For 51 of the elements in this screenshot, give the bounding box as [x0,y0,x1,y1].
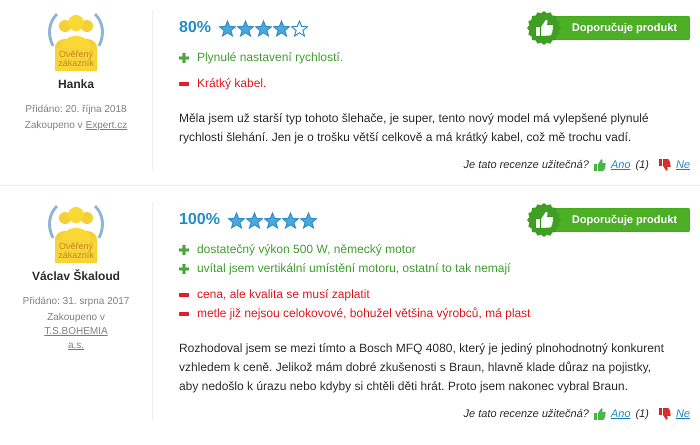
verified-customer-icon [47,204,105,240]
no-link[interactable]: Ne [676,408,690,420]
store-link[interactable]: Expert.cz [86,119,128,133]
thumbs-up-icon [594,408,606,420]
yes-count: (1) [635,159,649,171]
yes-count: (1) [635,408,649,420]
rating-percent: 100% [179,211,220,229]
star-icon [237,20,254,36]
con-text: cena, ale kvalita se musí zaplatit [197,286,370,303]
pro-text: dostatečný výkon 500 W, německý motor [197,241,416,258]
star-icon [219,20,236,36]
pro-text: Plynulé nastavení rychlostí. [197,49,344,66]
date-added: Přidáno: 31. srpna 2017 [22,295,130,309]
con-text: Krátký kabel. [197,75,266,92]
thumbs-down-icon [658,159,671,171]
review-text: Měla jsem už starší typ tohoto šlehače, je super, tento nový model má vylepšené plynulé rychlosti šlehání. Jen je o trošku větší celkově a má krátký kabel, což mě trochu vadí. [179,110,650,146]
thumbs-up-icon [526,202,562,238]
thumbs-up-icon [526,10,562,46]
reviewer-name: Václav Škaloud [32,269,120,283]
purchased-label: Zakoupeno v [47,311,105,325]
star-icon [282,212,299,228]
plus-icon [179,264,189,274]
thumbs-down-icon [658,408,671,420]
star-icon [300,212,317,228]
helpful-question: Je tato recenze užitečná? [464,159,589,171]
plus-icon [179,52,189,62]
star-icon [273,20,290,36]
helpful-question: Je tato recenze užitečná? [464,408,589,420]
minus-icon [179,292,189,296]
no-link[interactable]: Ne [676,159,690,171]
verified-badge: Ověřený zákazník [55,48,97,71]
pro-text: uvítal jsem vertikální umístění motoru, ostatní to tak nemají [197,260,510,277]
verified-customer-icon [47,12,105,48]
star-icon [264,212,281,228]
con-text: metle již nejsou celokovové, bohužel většina výrobců, má plast [197,305,531,322]
star-icon [255,20,272,36]
purchased-label: Zakoupeno v [24,119,83,133]
star-icon [246,212,263,228]
thumbs-up-icon [594,159,606,171]
plus-icon [179,244,189,254]
rating-percent: 80% [179,19,212,37]
yes-link[interactable]: Ano [610,159,630,171]
yes-link[interactable]: Ano [610,408,630,420]
date-added: Přidáno: 20. října 2018 [25,103,127,117]
minus-icon [179,312,189,316]
star-icon [228,212,245,228]
minus-icon [179,82,189,86]
verified-badge: Ověřený zákazník [55,240,97,263]
reviewer-name: Hanka [58,77,94,91]
review-text: Rozhodoval jsem se mezi tímto a Bosch MFQ 4080, který je jediný plnohodnotný konkurent vzhledem k ceně. Jelikož mám dobré zkušenosti s Braun, hlavně klade důraz na pojistky, aby nedošlo k úrazu nebo kdyby si chtěli děti hrát. Proto jsem nakonec vybral Braun. [179,340,665,395]
store-link[interactable]: T.S.BOHEMIA a.s. [43,325,109,353]
